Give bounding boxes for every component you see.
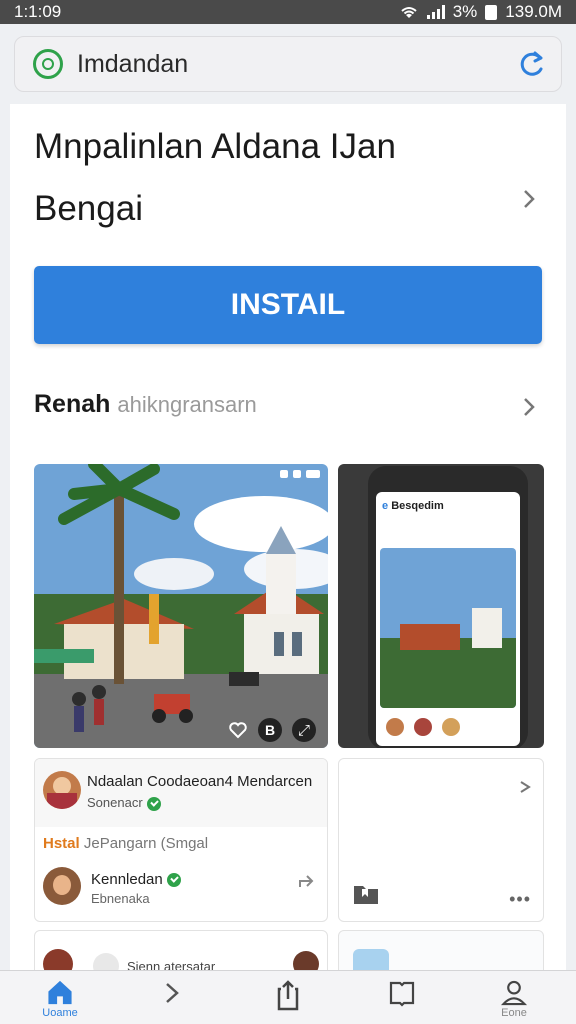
reload-icon[interactable] bbox=[517, 49, 547, 79]
section-title: Renah bbox=[34, 390, 111, 418]
side-card[interactable]: ••• bbox=[338, 758, 544, 922]
user-avatar bbox=[43, 867, 81, 905]
wifi-icon bbox=[401, 7, 417, 18]
install-button[interactable]: INSTAIL bbox=[34, 266, 542, 344]
nav-bookmarks[interactable] bbox=[382, 979, 422, 1019]
profile-icon bbox=[500, 980, 528, 1006]
nav-share[interactable] bbox=[268, 979, 308, 1019]
folder-icon[interactable] bbox=[353, 883, 379, 905]
phone-screen: e Besqedim bbox=[376, 492, 520, 746]
expand-icon[interactable]: ⤢ bbox=[292, 718, 316, 742]
card-tag: Hstal JePangarn (Smgal bbox=[43, 835, 209, 852]
verified-icon bbox=[166, 873, 181, 888]
avatar bbox=[43, 771, 81, 809]
status-time: 1:1:09 bbox=[14, 2, 62, 21]
bookmark-b-icon[interactable]: B bbox=[258, 718, 282, 742]
site-logo-icon bbox=[33, 49, 63, 79]
chevron-right-icon[interactable] bbox=[517, 779, 533, 795]
book-icon bbox=[389, 981, 415, 1007]
peek-text: Sienn atersatar bbox=[127, 959, 216, 970]
phone-mockup: e Besqedim bbox=[368, 466, 528, 748]
heart-icon[interactable] bbox=[228, 720, 248, 740]
section-subtitle: ahikngransarn bbox=[117, 392, 257, 417]
avatar bbox=[43, 949, 73, 970]
nav-profile[interactable]: Eone bbox=[494, 979, 534, 1019]
chevron-right-icon bbox=[166, 983, 179, 1003]
nav-home[interactable]: Uoame bbox=[40, 979, 80, 1019]
app-title-line1: Mnpalinlan Aldana IJan bbox=[34, 127, 396, 166]
section-chevron-icon[interactable] bbox=[518, 396, 540, 418]
nav-profile-label: Eone bbox=[501, 1007, 527, 1019]
chevron-right-icon[interactable] bbox=[518, 188, 540, 210]
screenshot-1[interactable]: B ⤢ bbox=[34, 464, 328, 748]
user-name: Kennledan bbox=[91, 871, 181, 888]
town-scene-image bbox=[34, 464, 328, 748]
listing-card-peek[interactable]: Sienn atersatar bbox=[34, 930, 328, 970]
avatar bbox=[93, 953, 119, 970]
app-page: Mnpalinlan Aldana IJan Bengai INSTAIL Re… bbox=[10, 104, 566, 970]
battery-percent: 3% bbox=[452, 2, 478, 21]
listing-card[interactable]: Ndaalan Coodaeoan4 Mendarcen Sonenacr Hs… bbox=[34, 758, 328, 922]
status-bar: 1:1:09 3% 139.0M bbox=[0, 0, 576, 24]
app-title-line2: Bengai bbox=[34, 189, 143, 228]
phone-screen-header: e Besqedim bbox=[382, 500, 444, 512]
section-heading: Renah ahikngransarn bbox=[34, 390, 257, 419]
phone-screen-avatars bbox=[386, 718, 460, 736]
more-icon[interactable]: ••• bbox=[509, 889, 531, 910]
app-title: Mnpalinlan Aldana IJan Bengai bbox=[34, 116, 514, 240]
phone-screen-image bbox=[380, 548, 516, 708]
share-box-icon bbox=[277, 980, 299, 1011]
battery-icon bbox=[485, 4, 498, 20]
status-clock: 139.0M bbox=[505, 2, 562, 21]
avatar bbox=[293, 951, 319, 970]
url-text[interactable]: Imdandan bbox=[77, 50, 517, 79]
screenshot-2[interactable]: e Besqedim bbox=[338, 464, 544, 748]
card-title: Ndaalan Coodaeoan4 Mendarcen bbox=[87, 773, 313, 790]
bottom-nav: Uoame Eone bbox=[0, 970, 576, 1024]
address-bar[interactable]: Imdandan bbox=[14, 36, 562, 92]
app-thumbnail-icon bbox=[353, 949, 389, 970]
side-card-peek[interactable] bbox=[338, 930, 544, 970]
home-icon bbox=[48, 980, 72, 1005]
card-subtitle: Sonenacr bbox=[87, 795, 161, 811]
verified-icon bbox=[146, 796, 161, 811]
user-subtitle: Ebnenaka bbox=[91, 891, 150, 906]
share-icon[interactable] bbox=[297, 873, 319, 891]
nav-forward[interactable] bbox=[152, 979, 192, 1019]
screenshot-status-icons bbox=[280, 470, 320, 478]
nav-home-label: Uoame bbox=[42, 1007, 78, 1019]
signal-icon bbox=[426, 5, 445, 19]
